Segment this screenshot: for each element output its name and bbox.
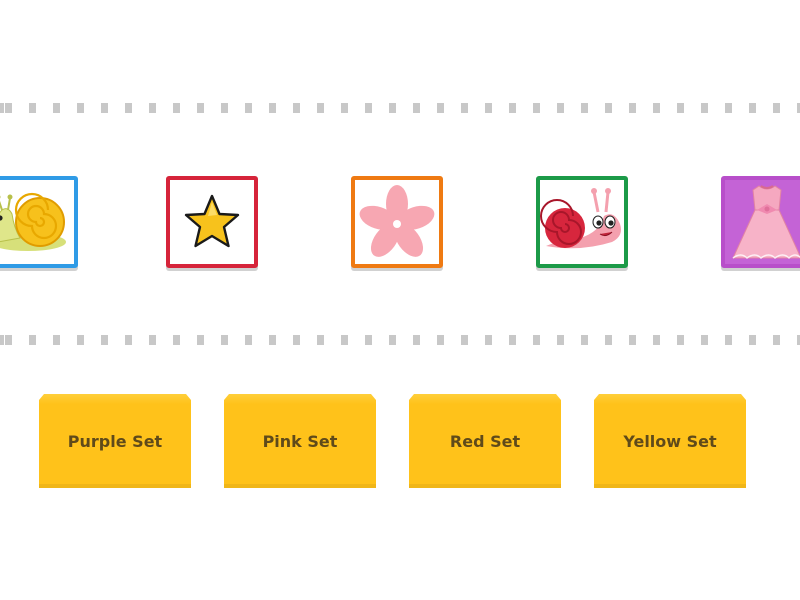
pink-flower-icon xyxy=(359,185,435,257)
bucket-label: Pink Set xyxy=(262,431,338,451)
card-star[interactable] xyxy=(166,176,258,268)
red-snail-icon xyxy=(540,188,621,249)
bucket-label: Purple Set xyxy=(67,431,163,451)
bucket-label: Yellow Set xyxy=(623,431,717,451)
bottom-dashed-divider xyxy=(0,335,800,345)
card-pink-dress[interactable] xyxy=(721,176,800,268)
card-pink-flower[interactable] xyxy=(351,176,443,268)
bucket-pink-set[interactable]: Pink Set xyxy=(224,394,376,488)
top-dashed-divider xyxy=(0,103,800,113)
bucket-label: Red Set xyxy=(449,431,521,451)
group-sort-activity: Purple Set Pink Set Red Set Yellow Set xyxy=(0,0,800,600)
card-red-snail[interactable] xyxy=(536,176,628,268)
yellow-star-icon xyxy=(184,194,240,248)
bucket-red-set[interactable]: Red Set xyxy=(409,394,561,488)
bucket-purple-set[interactable]: Purple Set xyxy=(39,394,191,488)
bucket-yellow-set[interactable]: Yellow Set xyxy=(594,394,746,488)
yellow-snail-icon xyxy=(0,192,66,251)
pink-dress-icon xyxy=(732,185,800,260)
card-yellow-snail[interactable] xyxy=(0,176,78,268)
